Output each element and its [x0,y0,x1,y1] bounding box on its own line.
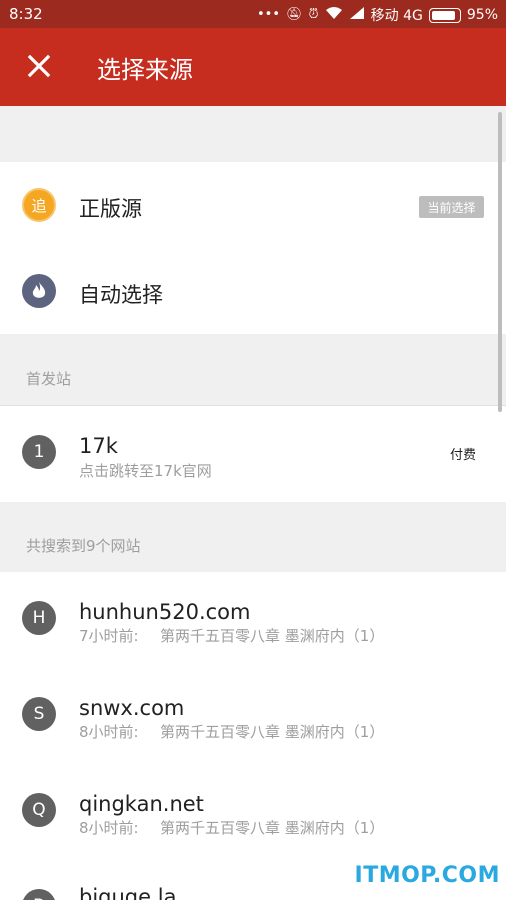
mute-icon: 🔕︎ [286,7,303,22]
site-letter-avatar: H [22,601,56,635]
update-time: 8小时前: [79,819,139,837]
watermark-logo: ITMOP.COM [354,863,500,888]
avatar-letter: H [32,608,46,628]
signal-icon [349,6,365,25]
first-site-section-label: 首发站 [26,370,72,388]
official-source-label: 正版源 [79,197,142,221]
latest-chapter: 第两千五百零八章 墨渊府内（1） [160,819,385,837]
latest-chapter: 第两千五百零八章 墨渊府内（1） [160,627,385,645]
site-name: 17k [79,434,118,458]
list-item[interactable]: Q qingkan.net 8小时前: 第两千五百零八章 墨渊府内（1） [0,764,506,860]
update-time: 8小时前: [79,723,139,741]
site-name: qingkan.net [79,792,204,816]
first-site-item[interactable]: 1 17k 点击跳转至17k官网 付费 [0,406,506,502]
site-name: hunhun520.com [79,600,251,624]
source-option-auto[interactable]: 自动选择 [0,248,506,334]
site-letter-avatar: B [22,889,56,900]
top-spacer [0,106,506,162]
wifi-icon [325,6,343,25]
site-name: snwx.com [79,696,185,720]
site-letter-avatar: Q [22,793,56,827]
flame-icon [22,274,56,308]
site-letter-avatar: S [22,697,56,731]
status-bar: 8:32 ••• 🔕︎ ⏰︎ 移动 4G 95% [0,0,506,28]
auto-select-label: 自动选择 [79,283,163,307]
update-time: 7小时前: [79,627,139,645]
current-selection-badge: 当前选择 [419,196,484,218]
alarm-icon: ⏰︎ [308,7,319,22]
avatar-letter: S [33,704,45,724]
site-subtitle: 点击跳转至17k官网 [79,462,212,480]
scrollbar[interactable] [498,112,502,412]
avatar-letter: B [33,896,45,900]
latest-chapter: 第两千五百零八章 墨渊府内（1） [160,723,385,741]
list-item[interactable]: S snwx.com 8小时前: 第两千五百零八章 墨渊府内（1） [0,668,506,764]
site-index-badge: 1 [22,435,56,469]
status-icons: ••• 🔕︎ ⏰︎ 移动 4G 95% [257,5,498,25]
app-bar: 选择来源 [0,28,506,106]
avatar-letter: Q [32,800,46,820]
status-time: 8:32 [9,5,43,23]
site-index-text: 1 [33,442,45,462]
close-icon[interactable] [22,49,56,83]
paid-tag: 付费 [449,448,476,463]
battery-percent: 95% [466,7,498,23]
official-source-icon: 追 [22,188,56,222]
list-item[interactable]: H hunhun520.com 7小时前: 第两千五百零八章 墨渊府内（1） [0,572,506,668]
search-results-list: H hunhun520.com 7小时前: 第两千五百零八章 墨渊府内（1） S… [0,572,506,900]
carrier-label: 移动 4G [370,8,423,24]
site-name: biquge.la [79,885,177,900]
more-dots-icon: ••• [256,7,280,22]
search-results-section-label: 共搜索到9个网站 [26,537,141,555]
page-title: 选择来源 [97,56,193,84]
official-source-icon-glyph: 追 [31,196,47,215]
battery-icon [428,7,461,23]
